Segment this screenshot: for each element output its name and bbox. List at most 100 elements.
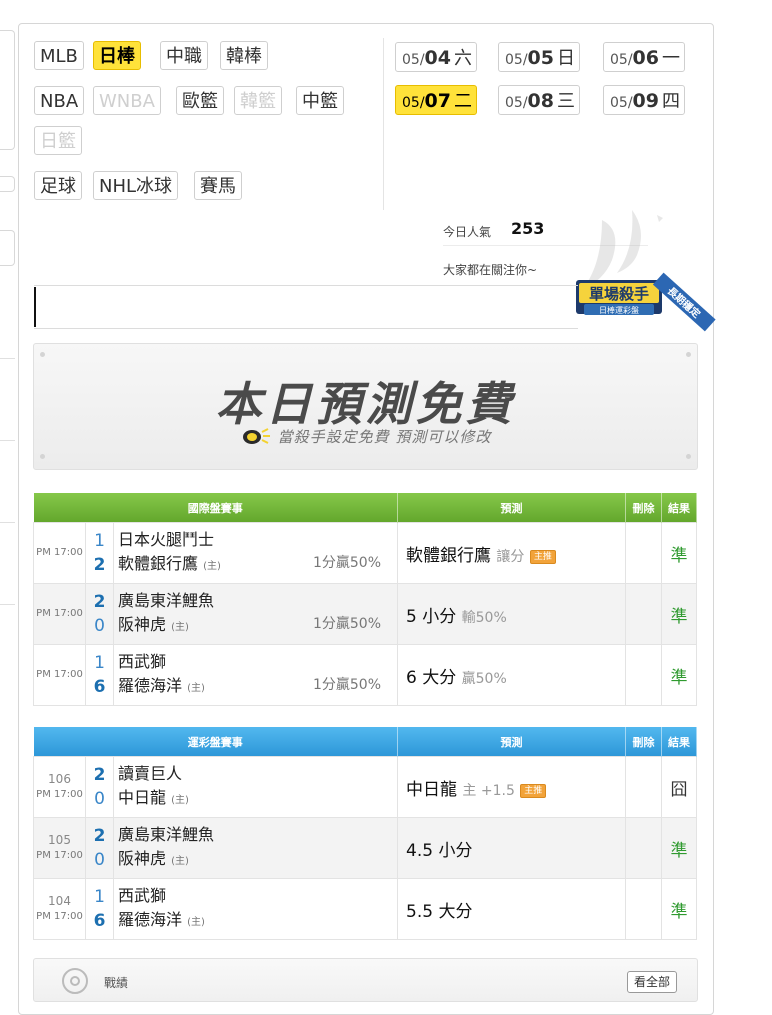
handicap: 1分贏50% bbox=[312, 555, 381, 571]
rivet-icon bbox=[686, 352, 691, 357]
promo-subtitle-text: 當殺手設定免費 預測可以修改 bbox=[277, 428, 492, 446]
result: 準 bbox=[661, 644, 697, 706]
result: 準 bbox=[661, 583, 697, 645]
game-number: 105 bbox=[48, 833, 71, 847]
column-header-prediction: 預測 bbox=[397, 493, 626, 523]
game-time: PM 17:00 bbox=[33, 583, 86, 645]
column-header-result: 結果 bbox=[661, 493, 697, 523]
date-wd: 三 bbox=[556, 91, 575, 112]
league-tag[interactable]: 中職 bbox=[160, 41, 208, 70]
date-md: 05/ bbox=[505, 95, 528, 111]
game-time: PM 17:00 bbox=[33, 522, 86, 584]
score: 20 bbox=[85, 817, 114, 879]
delete-cell bbox=[625, 644, 662, 706]
sidebar-divider bbox=[0, 522, 15, 523]
away-team: 西武獅 bbox=[118, 885, 167, 905]
prediction-pick: 中日龍 bbox=[406, 779, 457, 800]
promo-subtitle: 當殺手設定免費 預測可以修改 bbox=[34, 426, 697, 447]
away-score: 1 bbox=[94, 887, 105, 907]
game-time: 105 PM 17:00 bbox=[33, 817, 86, 879]
result: 準 bbox=[661, 817, 697, 879]
prediction: 中日龍 主 +1.5 主推 bbox=[397, 756, 626, 818]
game-time: 106 PM 17:00 bbox=[33, 756, 86, 818]
league-tag: 韓籃 bbox=[234, 86, 282, 115]
league-tag[interactable]: 韓棒 bbox=[220, 41, 268, 70]
date-dd: 09 bbox=[632, 90, 659, 112]
league-tag[interactable]: 賽馬 bbox=[194, 171, 242, 200]
column-header-delete: 刪除 bbox=[625, 493, 662, 523]
table-row: 106 PM 17:00 2 0 讀賣巨人 中日龍 (主) 中日龍 主 +1.5 主推囧 bbox=[33, 756, 697, 818]
league-tag: WNBA bbox=[93, 86, 161, 115]
left-sidebar-edge bbox=[0, 0, 15, 1000]
target-icon bbox=[62, 968, 88, 994]
sidebar-divider bbox=[0, 440, 15, 441]
table-row: PM 17:00 1 6 西武獅 羅德海洋 (主) 1分贏50% 6 大分 贏50% 準 bbox=[33, 644, 697, 706]
date-wd: 四 bbox=[661, 91, 680, 112]
rivet-icon bbox=[686, 454, 691, 459]
delete-cell bbox=[625, 756, 662, 818]
time-text: PM 17:00 bbox=[36, 911, 83, 922]
killer-badge-icon: 單場殺手 日棒運彩盤 長期穩定 bbox=[576, 210, 716, 332]
away-score: 2 bbox=[93, 592, 106, 612]
league-tag[interactable]: 足球 bbox=[34, 171, 82, 200]
result: 準 bbox=[661, 878, 697, 940]
main-pick-badge: 主推 bbox=[520, 783, 547, 798]
rivet-icon bbox=[40, 454, 45, 459]
home-mark: (主) bbox=[171, 855, 189, 867]
prediction-detail: 讓分 bbox=[496, 548, 525, 565]
prediction: 6 大分 贏50% bbox=[397, 644, 626, 706]
away-team: 廣島東洋鯉魚 bbox=[118, 824, 215, 844]
prediction-detail: 主 +1.5 bbox=[462, 782, 515, 799]
date-tab[interactable]: 05/04 六 bbox=[395, 42, 477, 72]
result: 準 bbox=[661, 522, 697, 584]
league-tag[interactable]: 日棒 bbox=[93, 41, 141, 70]
time-text: PM 17:00 bbox=[36, 608, 83, 619]
score: 12 bbox=[85, 522, 114, 584]
column-header-delete: 刪除 bbox=[625, 727, 662, 757]
rivet-icon bbox=[40, 352, 45, 357]
home-score: 6 bbox=[93, 677, 106, 697]
home-team: 阪神虎 bbox=[118, 848, 167, 868]
prediction-pick: 4.5 小分 bbox=[406, 840, 473, 861]
badge-title: 單場殺手 bbox=[589, 285, 649, 303]
date-tab[interactable]: 05/07 二 bbox=[395, 85, 477, 115]
sidebar-card bbox=[0, 30, 15, 150]
date-dd: 05 bbox=[527, 47, 554, 69]
league-tag[interactable]: NBA bbox=[34, 86, 85, 115]
prediction: 5.5 大分 bbox=[397, 878, 626, 940]
league-tag[interactable]: 歐籃 bbox=[176, 86, 224, 115]
game-time: 104 PM 17:00 bbox=[33, 878, 86, 940]
prediction-pick: 6 大分 bbox=[406, 667, 457, 688]
date-tab[interactable]: 05/05 日 bbox=[498, 42, 580, 72]
date-tab[interactable]: 05/08 三 bbox=[498, 85, 580, 115]
date-tab[interactable]: 05/06 一 bbox=[603, 42, 685, 72]
date-tab[interactable]: 05/09 四 bbox=[603, 85, 685, 115]
prediction: 4.5 小分 bbox=[397, 817, 626, 879]
league-tag[interactable]: 中籃 bbox=[296, 86, 344, 115]
prediction-pick: 5 小分 bbox=[406, 606, 457, 627]
league-tag[interactable]: MLB bbox=[34, 41, 84, 70]
game-time: PM 17:00 bbox=[33, 644, 86, 706]
home-team: 羅德海洋 bbox=[118, 909, 183, 929]
time-text: PM 17:00 bbox=[36, 547, 83, 558]
league-tag[interactable]: NHL冰球 bbox=[93, 171, 179, 200]
date-dd: 07 bbox=[424, 90, 451, 112]
handicap: 1分贏50% bbox=[312, 616, 381, 632]
home-team: 羅德海洋 bbox=[118, 675, 183, 695]
away-score: 1 bbox=[94, 531, 105, 551]
score: 20 bbox=[85, 756, 114, 818]
game-number: 106 bbox=[48, 772, 71, 786]
badge-ribbon: 長期穩定 bbox=[665, 284, 703, 320]
sidebar-divider bbox=[0, 358, 15, 359]
comment-input[interactable] bbox=[34, 285, 578, 329]
prediction: 5 小分 輸50% bbox=[397, 583, 626, 645]
prediction-detail: 輸50% bbox=[461, 609, 507, 626]
home-team: 阪神虎 bbox=[118, 614, 167, 634]
sidebar-card bbox=[0, 230, 15, 266]
home-mark: (主) bbox=[187, 682, 205, 694]
view-all-button[interactable]: 看全部 bbox=[626, 971, 677, 993]
date-dd: 08 bbox=[527, 90, 554, 112]
table-row: 105 PM 17:00 2 0 廣島東洋鯉魚 阪神虎 (主) 4.5 小分 準 bbox=[33, 817, 697, 879]
prediction-pick: 5.5 大分 bbox=[406, 901, 473, 922]
popularity-count: 253 bbox=[511, 219, 545, 238]
